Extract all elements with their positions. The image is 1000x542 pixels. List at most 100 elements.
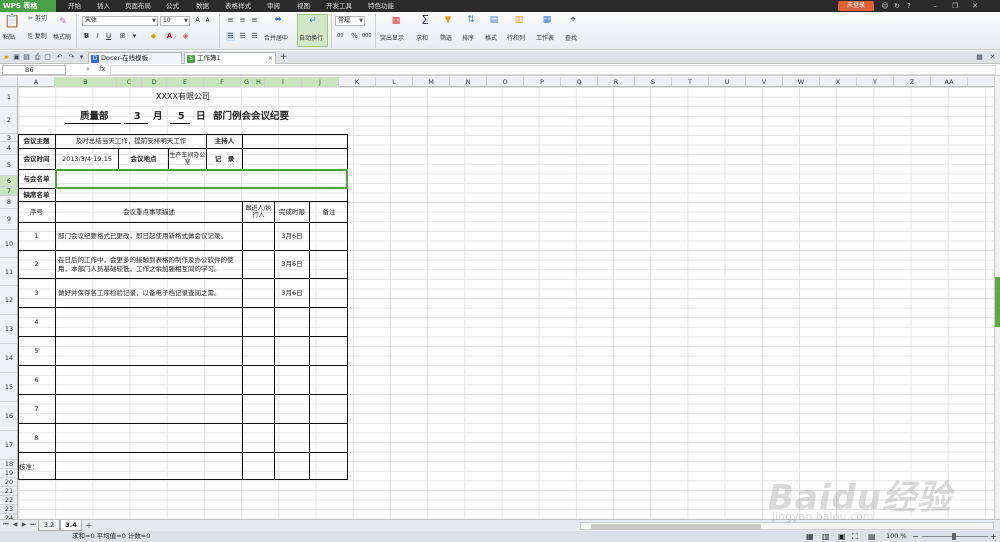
paste-icon[interactable]: 📋 <box>4 15 20 28</box>
sort-button[interactable]: 排序 <box>462 35 474 43</box>
column-header-y[interactable]: Y <box>857 77 894 87</box>
format-button[interactable]: 格式 <box>485 35 497 43</box>
tab-features[interactable]: 特色功能 <box>368 0 394 12</box>
item-no[interactable]: 1 <box>18 223 55 250</box>
column-header-o[interactable]: O <box>487 77 524 87</box>
tab-formula[interactable]: 公式 <box>166 0 179 12</box>
row-header-23[interactable]: 23 <box>0 505 17 514</box>
column-header-e[interactable]: E <box>167 77 204 87</box>
sort-icon[interactable]: ⇅ <box>464 14 478 26</box>
refresh-icon[interactable]: ↻ <box>892 1 902 11</box>
time-value[interactable]: 2013/3/4 19:15 <box>56 149 118 169</box>
border-dropdown-icon[interactable]: ▾ <box>130 32 139 41</box>
align-middle-icon[interactable]: ≡ <box>238 16 247 25</box>
tab-insert[interactable]: 插入 <box>97 0 110 12</box>
filter-icon[interactable]: ▼ <box>441 14 455 26</box>
row-header-19[interactable]: 19 <box>0 469 17 478</box>
sheet-tab[interactable]: 3.2 <box>38 520 60 531</box>
item-no[interactable]: 8 <box>18 424 55 452</box>
find-icon[interactable]: ⌖ <box>566 14 580 26</box>
column-header-i[interactable]: I <box>265 77 302 87</box>
header-desc[interactable]: 会议重点事项描述 <box>56 202 242 222</box>
help-icon[interactable]: ? <box>904 1 914 11</box>
normal-view-icon[interactable]: ▦ <box>806 531 814 542</box>
column-header-g[interactable]: G <box>241 77 253 87</box>
align-top-icon[interactable]: ≡ <box>226 16 235 25</box>
item-deadline[interactable]: 3月6日 <box>275 279 309 307</box>
font-size-select[interactable]: 10 ▼ <box>160 16 190 26</box>
zoom-out-icon[interactable]: − <box>912 531 919 542</box>
merge-center-icon[interactable]: ⬌ <box>270 14 286 26</box>
item-no[interactable]: 2 <box>18 251 55 278</box>
font-name-select[interactable]: 宋体 ▼ <box>82 16 158 26</box>
row-header-17[interactable]: 17 <box>0 431 17 460</box>
row-header-7[interactable]: 7 <box>0 187 17 196</box>
worksheet-icon[interactable]: ▦ <box>540 14 554 26</box>
row-header-5[interactable]: 5 <box>0 155 17 176</box>
tile-icon[interactable]: ▦ <box>975 53 984 62</box>
sum-button[interactable]: 求和 <box>416 35 428 43</box>
column-header-a[interactable]: A <box>18 77 55 87</box>
highlight-icon[interactable]: ▦ <box>388 15 404 27</box>
row-header-14[interactable]: 14 <box>0 344 17 373</box>
item-no[interactable]: 4 <box>18 308 55 336</box>
sheet-grid[interactable]: XXXX有限公司 质量部 3 月 5 日 部门例会会议纪要 会议主题 及时总结当… <box>18 87 994 519</box>
add-sheet-icon[interactable]: + <box>85 521 93 530</box>
row-header-22[interactable]: 22 <box>0 496 17 505</box>
header-remark[interactable]: 备注 <box>310 202 348 222</box>
grow-font-icon[interactable]: A <box>193 16 202 25</box>
row-header-1[interactable]: 1 <box>0 87 17 107</box>
restore-icon[interactable]: ❐ <box>950 1 960 11</box>
page-break-icon[interactable]: ▥ <box>822 531 830 542</box>
column-header-d[interactable]: D <box>142 77 167 87</box>
column-header-b[interactable]: B <box>55 77 117 87</box>
print-icon[interactable]: ⎙ <box>33 53 42 62</box>
wrap-text-button[interactable]: 自动换行 <box>299 35 323 43</box>
underline-icon[interactable]: U <box>104 32 113 41</box>
column-header-k[interactable]: K <box>339 77 376 87</box>
merge-center-button[interactable]: 合并居中 <box>264 35 288 43</box>
border-icon[interactable]: ⊞ <box>118 32 127 41</box>
row-col-icon[interactable]: ▥ <box>512 14 526 26</box>
item-desc[interactable]: 在日后的工作中，会更多的接触到表格的制作及办公软件的使用，本部门人员基础较低，工… <box>58 251 240 278</box>
row-header-10[interactable]: 10 <box>0 230 17 258</box>
close-icon[interactable]: ✕ <box>970 1 980 11</box>
zoom-in-icon[interactable]: + <box>990 531 997 542</box>
wps-app-button[interactable]: WPS 表格 <box>0 0 56 12</box>
wrap-text-icon[interactable]: ↵ <box>305 15 321 27</box>
skin-icon[interactable]: ☺ <box>880 1 890 11</box>
row-header-6[interactable]: 6 <box>0 176 17 187</box>
prev-sheet-icon[interactable]: ◀ <box>11 521 19 528</box>
sum-icon[interactable]: Σ <box>418 14 432 26</box>
row-header-11[interactable]: 11 <box>0 258 17 286</box>
format-painter-icon[interactable]: ✎ <box>56 16 70 28</box>
align-left-icon[interactable]: ☰ <box>226 32 235 41</box>
column-header-aa[interactable]: AA <box>931 77 968 87</box>
preview-icon[interactable]: ▢ <box>43 53 52 62</box>
page-view-icon[interactable]: ▣ <box>838 531 846 542</box>
font-color-icon[interactable]: A <box>165 32 174 41</box>
item-no[interactable]: 6 <box>18 366 55 394</box>
column-header-c[interactable]: C <box>117 77 142 87</box>
tab-home[interactable]: 开始 <box>68 0 81 12</box>
redo-icon[interactable]: ↷ <box>67 53 76 62</box>
tab-page-layout[interactable]: 页面布局 <box>125 0 151 12</box>
place-value[interactable]: 生产车间办公室 <box>169 149 206 169</box>
row-header-16[interactable]: 16 <box>0 402 17 431</box>
fill-color-icon[interactable]: ◆ <box>149 32 158 41</box>
copy-button[interactable]: ⎘ 复制 <box>28 33 47 41</box>
row-header-3[interactable]: 3 <box>0 134 17 142</box>
absent-label[interactable]: 缺席名单 <box>18 189 55 201</box>
full-screen-icon[interactable]: ⛶ <box>852 531 858 542</box>
decimal-icon[interactable]: .00 <box>335 32 344 41</box>
row-header-18[interactable]: 18 <box>0 460 17 469</box>
last-sheet-icon[interactable]: ⏭ <box>29 521 37 529</box>
header-owner[interactable]: 跟进人/执行人 <box>243 202 274 222</box>
row-header-12[interactable]: 12 <box>0 286 17 315</box>
read-mode-icon[interactable]: ▤ <box>868 531 876 542</box>
zoom-slider-thumb[interactable] <box>952 533 956 540</box>
doc-tab-workbook[interactable]: S 工作簿1 ✕ <box>184 52 276 64</box>
next-sheet-icon[interactable]: ▶ <box>20 521 28 528</box>
column-header-s[interactable]: S <box>635 77 672 87</box>
format-icon[interactable]: ▤ <box>487 14 501 26</box>
